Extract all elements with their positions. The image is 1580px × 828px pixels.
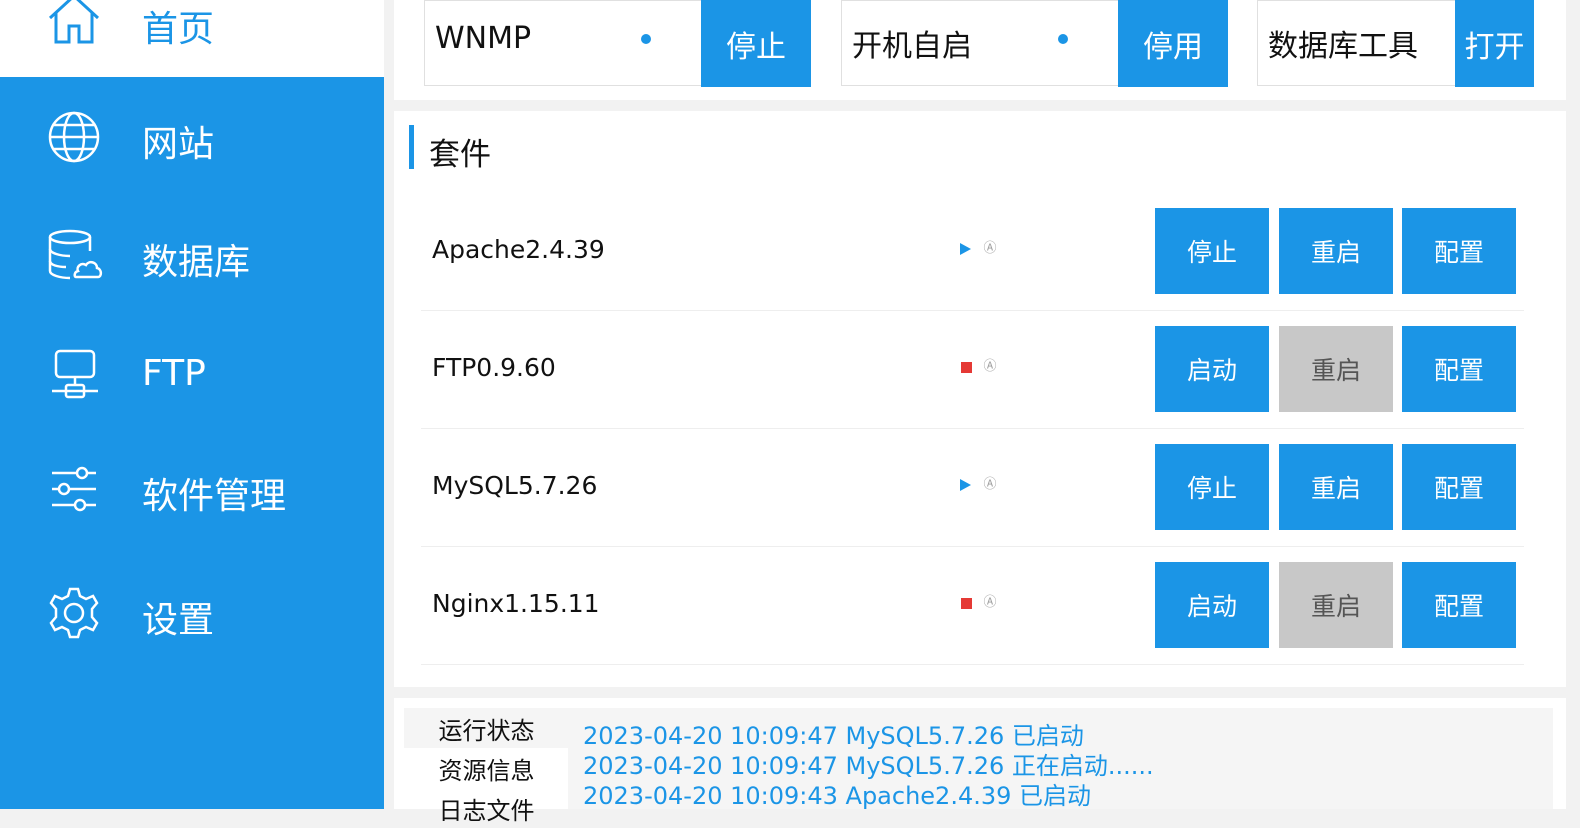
restart-button[interactable]: 重启 xyxy=(1279,562,1393,648)
auto-start-icon: Ⓐ xyxy=(983,477,997,492)
dbtool-open-button[interactable]: 打开 xyxy=(1455,0,1534,87)
sidebar-item-label: 数据库 xyxy=(142,242,251,283)
stop-button[interactable]: 停止 xyxy=(1155,208,1269,294)
config-button[interactable]: 配置 xyxy=(1402,444,1516,530)
gear-icon xyxy=(44,583,104,643)
section-title: 套件 xyxy=(429,137,491,173)
running-status-icon xyxy=(960,479,971,491)
config-button[interactable]: 配置 xyxy=(1402,208,1516,294)
auto-start-icon: Ⓐ xyxy=(983,241,997,256)
tab-run-status[interactable]: 运行状态 xyxy=(404,708,569,748)
quick-controls: WNMP 停止 开机自启 停用 数据库工具 打开 xyxy=(394,0,1566,100)
home-icon xyxy=(44,0,104,48)
start-button[interactable]: 启动 xyxy=(1155,326,1269,412)
config-button[interactable]: 配置 xyxy=(1402,562,1516,648)
autostart-status-dot xyxy=(1058,34,1068,44)
tab-log-files[interactable]: 日志文件 xyxy=(404,788,569,828)
start-button[interactable]: 启动 xyxy=(1155,562,1269,648)
wnmp-stop-button[interactable]: 停止 xyxy=(701,0,811,87)
wnmp-card: WNMP 停止 xyxy=(424,0,811,87)
autostart-label: 开机自启 xyxy=(852,29,972,64)
service-name: MySQL5.7.26 xyxy=(432,471,598,500)
sidebar-item-home[interactable]: 首页 xyxy=(0,0,384,77)
log-tabs: 运行状态 资源信息 日志文件 xyxy=(404,708,569,825)
auto-start-icon: Ⓐ xyxy=(983,359,997,374)
log-panel: 运行状态 资源信息 日志文件 2023-04-20 10:09:47 MySQL… xyxy=(394,698,1566,825)
sidebar-item-website[interactable]: 网站 xyxy=(0,77,384,195)
sliders-icon xyxy=(44,459,104,519)
autostart-disable-button[interactable]: 停用 xyxy=(1118,0,1228,87)
globe-icon xyxy=(44,107,104,167)
section-accent-bar xyxy=(409,125,414,169)
sidebar-item-label: 网站 xyxy=(142,124,215,165)
stopped-status-icon xyxy=(961,598,972,609)
wnmp-status-dot xyxy=(641,34,651,44)
sidebar-item-settings[interactable]: 设置 xyxy=(0,549,384,667)
restart-button[interactable]: 重启 xyxy=(1279,326,1393,412)
sidebar-item-ftp[interactable]: FTP xyxy=(0,313,384,431)
sidebar-item-label: FTP xyxy=(142,353,206,394)
tab-resource-info[interactable]: 资源信息 xyxy=(404,748,569,788)
database-icon xyxy=(44,225,104,285)
running-status-icon xyxy=(960,243,971,255)
suite-panel: 套件 Apache2.4.39 Ⓐ 停止 重启 配置 FTP0.9.60 Ⓐ 启… xyxy=(394,111,1566,687)
sidebar-item-label: 软件管理 xyxy=(142,476,287,517)
suite-row-mysql: MySQL5.7.26 Ⓐ 停止 重启 配置 xyxy=(421,429,1524,547)
dbtool-label: 数据库工具 xyxy=(1268,29,1418,64)
service-name: Apache2.4.39 xyxy=(432,235,605,264)
restart-button[interactable]: 重启 xyxy=(1279,208,1393,294)
restart-button[interactable]: 重启 xyxy=(1279,444,1393,530)
dbtool-card: 数据库工具 打开 xyxy=(1257,0,1534,87)
sidebar-item-database[interactable]: 数据库 xyxy=(0,195,384,313)
config-button[interactable]: 配置 xyxy=(1402,326,1516,412)
stop-button[interactable]: 停止 xyxy=(1155,444,1269,530)
service-name: FTP0.9.60 xyxy=(432,353,556,382)
log-line: 2023-04-20 10:09:43 Apache2.4.39 已启动 xyxy=(583,782,1092,810)
server-icon xyxy=(44,345,104,405)
autostart-card: 开机自启 停用 xyxy=(841,0,1228,87)
wnmp-label: WNMP xyxy=(435,21,532,56)
suite-row-apache: Apache2.4.39 Ⓐ 停止 重启 配置 xyxy=(421,193,1524,311)
suite-row-ftp: FTP0.9.60 Ⓐ 启动 重启 配置 xyxy=(421,311,1524,429)
sidebar-item-software[interactable]: 软件管理 xyxy=(0,431,384,549)
main-content: WNMP 停止 开机自启 停用 数据库工具 打开 套件 Apache2.4.39… xyxy=(384,0,1580,825)
suite-row-nginx: Nginx1.15.11 Ⓐ 启动 重启 配置 xyxy=(421,547,1524,665)
service-name: Nginx1.15.11 xyxy=(432,589,600,618)
sidebar-item-label: 首页 xyxy=(142,9,215,50)
log-output: 2023-04-20 10:09:47 MySQL5.7.26 已启动 2023… xyxy=(568,708,1553,810)
sidebar: 首页 网站 数据库 FTP 软件管理 设置 xyxy=(0,0,384,809)
auto-start-icon: Ⓐ xyxy=(983,595,997,610)
sidebar-item-label: 设置 xyxy=(142,600,215,641)
stopped-status-icon xyxy=(961,362,972,373)
